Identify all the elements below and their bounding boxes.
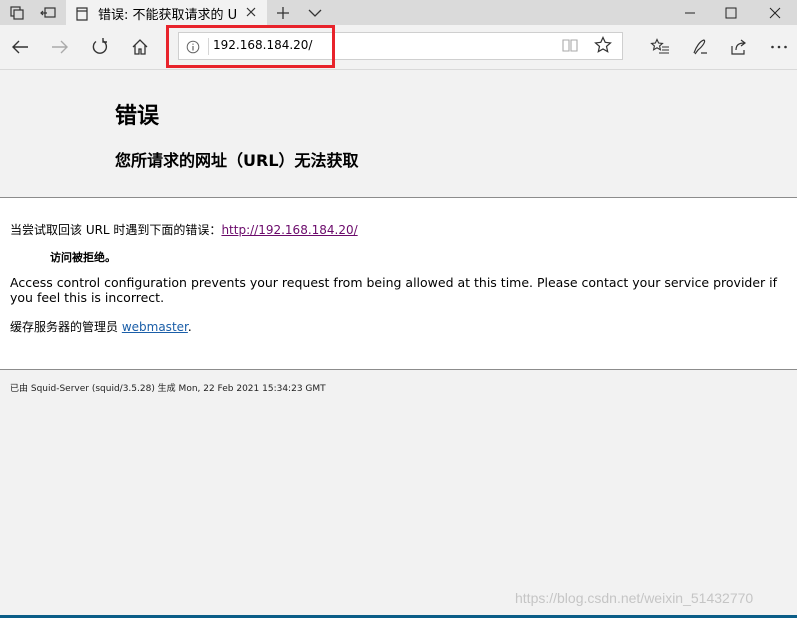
home-icon[interactable] [120,27,160,67]
error-intro: 当尝试取回该 URL 时遇到下面的错误：http://192.168.184.2… [10,221,358,238]
set-aside-tabs-icon[interactable] [33,0,63,25]
close-window-icon[interactable] [755,0,795,25]
url-text[interactable]: 192.168.184.20/ [213,38,312,52]
error-header: 错误 您所请求的网址（URL）无法获取 [0,70,797,198]
page-title: 错误 [115,104,160,129]
share-icon[interactable] [719,27,759,67]
minimize-icon[interactable] [670,0,710,25]
reading-view-icon[interactable] [562,37,578,57]
tab-manager-icon[interactable] [2,0,32,25]
address-bar[interactable]: 192.168.184.20/ [178,32,623,60]
refresh-icon[interactable] [80,27,120,67]
close-icon[interactable] [241,2,261,22]
page-icon [76,6,88,25]
navigation-toolbar: 192.168.184.20/ [0,25,797,70]
tab-list-chevron-icon[interactable] [300,0,330,25]
active-tab[interactable]: 错误: 不能获取请求的 U [66,0,267,25]
tab-bar: 错误: 不能获取请求的 U [0,0,797,25]
back-icon[interactable] [0,27,40,67]
new-tab-icon[interactable] [268,0,298,25]
admin-contact-text: 缓存服务器的管理员 [10,320,122,334]
favorite-star-icon[interactable] [594,36,612,58]
generated-by-footer: 已由 Squid-Server (squid/3.5.28) 生成 Mon, 2… [10,384,326,394]
requested-url-link[interactable]: http://192.168.184.20/ [221,223,357,237]
forward-icon[interactable] [40,27,80,67]
web-note-icon[interactable] [680,27,720,67]
tab-title: 错误: 不能获取请求的 U [98,8,236,23]
watermark-text: https://blog.csdn.net/weixin_51432770 [515,590,754,606]
favorites-hub-icon[interactable] [640,27,680,67]
access-control-message: Access control configuration prevents yo… [10,275,778,305]
page-subtitle: 您所请求的网址（URL）无法获取 [115,151,359,170]
access-denied-text: 访问被拒绝。 [50,251,116,264]
info-icon[interactable] [186,39,200,58]
address-separator [208,38,209,55]
admin-contact-suffix: . [187,320,192,334]
error-body: 当尝试取回该 URL 时遇到下面的错误：http://192.168.184.2… [0,198,797,370]
error-intro-text: 当尝试取回该 URL 时遇到下面的错误： [10,223,222,237]
webmaster-link[interactable]: webmaster [122,320,188,334]
admin-contact: 缓存服务器的管理员 webmaster. [10,318,192,335]
maximize-icon[interactable] [711,0,751,25]
more-icon[interactable] [759,27,797,67]
